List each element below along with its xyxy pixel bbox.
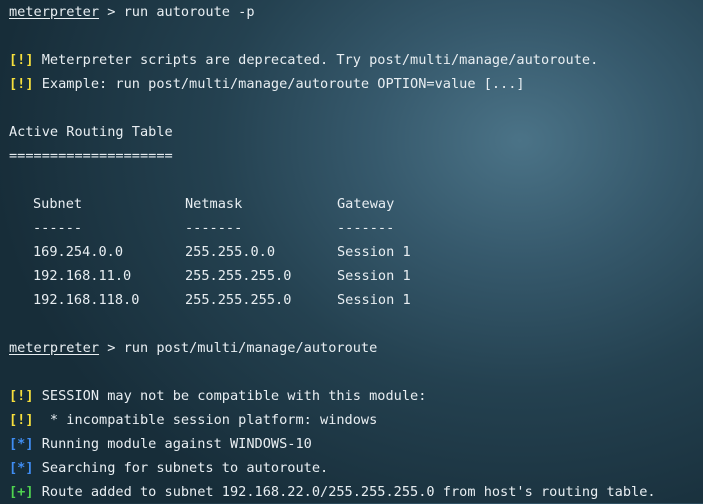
warning-marker: [!]	[9, 412, 34, 428]
success-line: [+] Route added to subnet 192.168.22.0/2…	[9, 480, 699, 504]
terminal-output[interactable]: meterpreter > run autoroute -p [!] Meter…	[9, 0, 699, 503]
meterpreter-prompt: meterpreter	[9, 4, 100, 20]
command-text: run autoroute -p	[123, 4, 255, 20]
success-text: Route added to subnet 192.168.22.0/255.2…	[33, 484, 656, 500]
routing-table-underline: ====================	[9, 148, 173, 164]
info-text: Running module against WINDOWS-10	[33, 436, 312, 452]
warning-text: Example: run post/multi/manage/autoroute…	[33, 76, 525, 92]
table-row: 169.254.0.0 255.255.0.0 Session 1	[9, 240, 699, 264]
table-row: 192.168.11.0 255.255.255.0 Session 1	[9, 264, 699, 288]
routing-table-divider: ------ ------- -------	[9, 216, 699, 240]
netmask-cell: 255.255.255.0	[185, 268, 292, 284]
subnet-cell: 169.254.0.0	[33, 244, 124, 260]
subnet-header: Subnet	[33, 196, 83, 212]
info-text: Searching for subnets to autoroute.	[33, 460, 329, 476]
table-row: 192.168.118.0 255.255.255.0 Session 1	[9, 288, 699, 312]
warning-line: [!] SESSION may not be compatible with t…	[9, 384, 699, 408]
gateway-divider: -------	[337, 220, 395, 236]
netmask-cell: 255.255.255.0	[185, 292, 292, 308]
netmask-header: Netmask	[185, 196, 243, 212]
warning-text: * incompatible session platform: windows	[33, 412, 378, 428]
command-line-1: meterpreter > run autoroute -p	[9, 0, 699, 24]
meterpreter-prompt: meterpreter	[9, 340, 100, 356]
warning-line: [!] Example: run post/multi/manage/autor…	[9, 72, 699, 96]
success-marker: [+]	[9, 484, 34, 500]
netmask-divider: -------	[185, 220, 243, 236]
warning-marker: [!]	[9, 388, 34, 404]
subnet-cell: 192.168.118.0	[33, 292, 140, 308]
gateway-cell: Session 1	[337, 244, 411, 260]
warning-line: [!] * incompatible session platform: win…	[9, 408, 699, 432]
gateway-cell: Session 1	[337, 292, 411, 308]
warning-marker: [!]	[9, 76, 34, 92]
subnet-divider: ------	[33, 220, 83, 236]
routing-table-title: Active Routing Table	[9, 124, 173, 140]
routing-table-header: Subnet Netmask Gateway	[9, 192, 699, 216]
subnet-cell: 192.168.11.0	[33, 268, 132, 284]
warning-line: [!] Meterpreter scripts are deprecated. …	[9, 48, 699, 72]
info-marker: [*]	[9, 460, 34, 476]
command-line-2: meterpreter > run post/multi/manage/auto…	[9, 336, 699, 360]
netmask-cell: 255.255.0.0	[185, 244, 276, 260]
command-text: run post/multi/manage/autoroute	[123, 340, 378, 356]
warning-text: SESSION may not be compatible with this …	[33, 388, 427, 404]
gateway-cell: Session 1	[337, 268, 411, 284]
warning-text: Meterpreter scripts are deprecated. Try …	[33, 52, 599, 68]
warning-marker: [!]	[9, 52, 34, 68]
info-marker: [*]	[9, 436, 34, 452]
info-line: [*] Running module against WINDOWS-10	[9, 432, 699, 456]
info-line: [*] Searching for subnets to autoroute.	[9, 456, 699, 480]
gateway-header: Gateway	[337, 196, 395, 212]
prompt-separator: >	[99, 340, 124, 356]
prompt-separator: >	[99, 4, 124, 20]
